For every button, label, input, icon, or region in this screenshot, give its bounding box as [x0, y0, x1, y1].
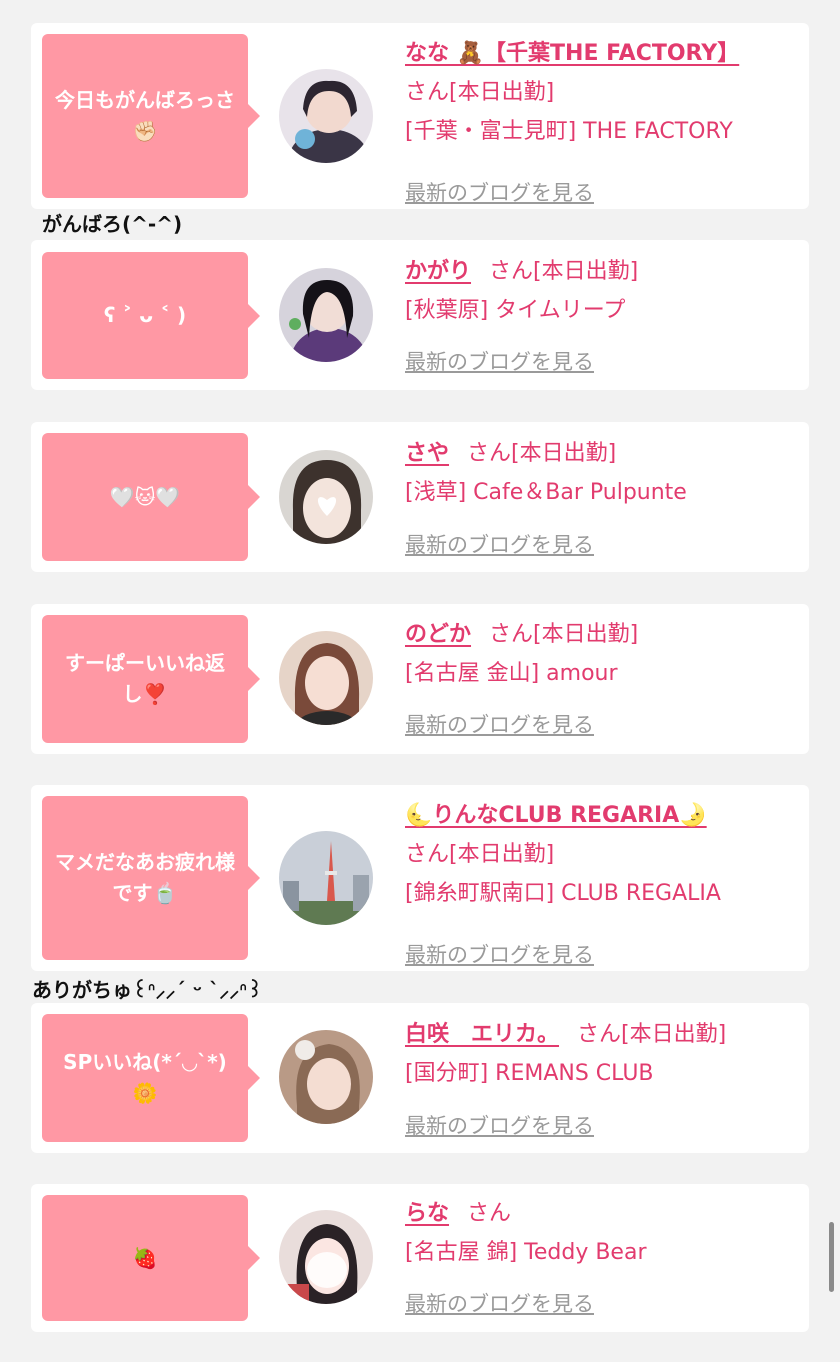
avatar[interactable] — [279, 268, 373, 362]
avatar[interactable] — [279, 1210, 373, 1304]
shop-name: [名古屋 錦] Teddy Bear — [405, 1240, 647, 1265]
shop-name: [浅草] Cafe＆Bar Pulpunte — [405, 480, 687, 505]
san-status: さん — [467, 1201, 512, 1226]
blog-link[interactable]: 最新のブログを見る — [405, 709, 594, 739]
reply-text: がんばろ(^-^) — [42, 212, 183, 236]
entry-card: すーぱーいいね返し❣️ のどか さん[本日出勤] [名古屋 金山] amour 最… — [31, 604, 809, 754]
entry-card: SPいいね(*´◡`*)🌼 白咲 エリカ。 さん[本日出勤] [国分町] REMA… — [31, 1003, 809, 1153]
comment-text: SPいいね(*´◡`*)🌼 — [63, 1050, 227, 1105]
name-line: さや さん[本日出勤] — [405, 434, 789, 473]
comment-text: ʕ ˃ ᴗ ˂ ) — [103, 303, 187, 327]
cast-name-link[interactable]: 白咲 エリカ。 — [405, 1022, 559, 1047]
shop-name: [名古屋 金山] amour — [405, 661, 618, 686]
blog-link[interactable]: 最新のブログを見る — [405, 177, 594, 207]
cast-name-link[interactable]: なな 🧸【千葉THE FACTORY】 — [405, 41, 739, 66]
cast-name-link[interactable]: かがり — [405, 259, 471, 284]
cast-name-link[interactable]: らな — [405, 1201, 449, 1226]
blog-link[interactable]: 最新のブログを見る — [405, 1288, 594, 1318]
comment-text: 🤍🐱🤍 — [109, 484, 181, 509]
scrollbar[interactable] — [829, 1222, 834, 1292]
entry-card: マメだなあお疲れ様です🍵 🌜りんなCLUB REGARIA🌛 さん[本日出勤] … — [31, 785, 809, 971]
san-status: さん[本日出勤] — [577, 1022, 727, 1047]
entry-info: 🌜りんなCLUB REGARIA🌛 さん[本日出勤] [錦糸町駅南口] CLUB… — [405, 796, 789, 967]
entry-info: らな さん [名古屋 錦] Teddy Bear 最新のブログを見る — [405, 1194, 789, 1316]
san-line: さん[本日出勤] — [405, 835, 789, 874]
entry-info: なな 🧸【千葉THE FACTORY】 さん[本日出勤] [千葉・富士見町] T… — [405, 34, 789, 205]
cast-name-link[interactable]: 🌜りんなCLUB REGARIA🌛 — [405, 803, 707, 828]
comment-bubble: 今日もがんばろっさ✊🏻 — [42, 34, 260, 198]
blog-link[interactable]: 最新のブログを見る — [405, 346, 594, 376]
entry-info: さや さん[本日出勤] [浅草] Cafe＆Bar Pulpunte 最新のブログ… — [405, 434, 789, 557]
comment-bubble: SPいいね(*´◡`*)🌼 — [42, 1014, 260, 1142]
entry-card: 🤍🐱🤍 さや さん[本日出勤] [浅草] Cafe＆Bar Pulpunte 最新… — [31, 422, 809, 572]
san-status: さん[本日出勤] — [489, 622, 639, 647]
blog-link[interactable]: 最新のブログを見る — [405, 1110, 594, 1140]
name-line: のどか さん[本日出勤] — [405, 615, 789, 654]
shop-name: [国分町] REMANS CLUB — [405, 1061, 654, 1086]
avatar[interactable] — [279, 450, 373, 544]
avatar[interactable] — [279, 69, 373, 163]
avatar[interactable] — [279, 631, 373, 725]
san-status: さん[本日出勤] — [405, 842, 555, 867]
name-line: 白咲 エリカ。 さん[本日出勤] — [405, 1015, 789, 1054]
blog-link[interactable]: 最新のブログを見る — [405, 529, 594, 559]
entry-card: 今日もがんばろっさ✊🏻 なな 🧸【千葉THE FACTORY】 さん[本日出勤]… — [31, 23, 809, 209]
name-line: らな さん — [405, 1194, 789, 1233]
shop-name: [秋葉原] タイムリープ — [405, 298, 626, 323]
comment-text: すーぱーいいね返し❣️ — [65, 651, 225, 706]
name-line: かがり さん[本日出勤] — [405, 252, 789, 291]
entry-info: 白咲 エリカ。 さん[本日出勤] [国分町] REMANS CLUB 最新のブログ… — [405, 1015, 789, 1138]
name-line: なな 🧸【千葉THE FACTORY】 — [405, 34, 789, 73]
entry-card: ʕ ˃ ᴗ ˂ ) かがり さん[本日出勤] [秋葉原] タイムリープ 最新のブロ… — [31, 240, 809, 390]
name-line: 🌜りんなCLUB REGARIA🌛 — [405, 796, 789, 835]
comment-bubble: 🤍🐱🤍 — [42, 433, 260, 561]
san-status: さん[本日出勤] — [489, 259, 639, 284]
blog-link[interactable]: 最新のブログを見る — [405, 939, 594, 969]
entry-info: のどか さん[本日出勤] [名古屋 金山] amour 最新のブログを見る — [405, 615, 789, 737]
san-line: さん[本日出勤] — [405, 73, 789, 112]
cast-name-link[interactable]: さや — [405, 441, 449, 466]
comment-bubble: 🍓 — [42, 1195, 260, 1321]
comment-text: 今日もがんばろっさ✊🏻 — [55, 88, 235, 143]
comment-text: マメだなあお疲れ様です🍵 — [55, 850, 235, 905]
shop-name: [錦糸町駅南口] CLUB REGALIA — [405, 881, 721, 906]
cast-name-link[interactable]: のどか — [405, 622, 471, 647]
entry-card: 🍓 らな さん [名古屋 錦] Teddy Bear 最新のブログを見る — [31, 1184, 809, 1332]
avatar[interactable] — [279, 831, 373, 925]
shop-name: [千葉・富士見町] THE FACTORY — [405, 119, 733, 144]
reply-text: ありがちゅ꒰ᐢ⸝⸝´ ᵕ `⸝⸝ᐢ꒱ — [32, 978, 263, 1002]
san-status: さん[本日出勤] — [405, 80, 555, 105]
avatar[interactable] — [279, 1030, 373, 1124]
san-status: さん[本日出勤] — [467, 441, 617, 466]
entry-info: かがり さん[本日出勤] [秋葉原] タイムリープ 最新のブログを見る — [405, 252, 789, 374]
comment-bubble: すーぱーいいね返し❣️ — [42, 615, 260, 743]
comment-text: 🍓 — [132, 1245, 158, 1270]
comment-bubble: ʕ ˃ ᴗ ˂ ) — [42, 252, 260, 379]
comment-bubble: マメだなあお疲れ様です🍵 — [42, 796, 260, 960]
